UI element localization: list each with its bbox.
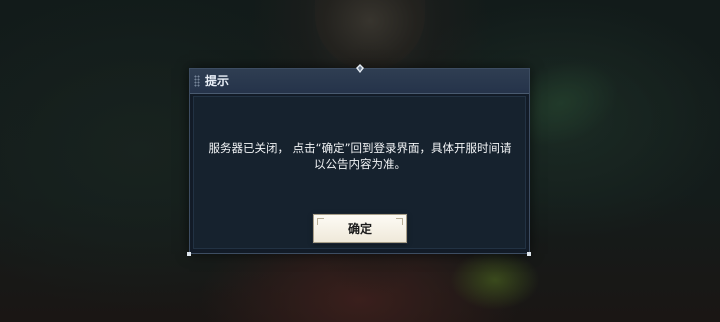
- dialog-title: 提示: [205, 74, 230, 88]
- confirm-button-label: 确定: [347, 222, 372, 236]
- background-foliage-lower: [450, 250, 540, 310]
- dialog-message-line-1: 服务器已关闭， 点击“确定”回到登录界面，具体开服时间请: [208, 141, 512, 155]
- game-scene-background: 提示 服务器已关闭， 点击“确定”回到登录界面，具体开服时间请 以公告内容为准。…: [0, 0, 720, 322]
- corner-mark-left: [187, 252, 191, 256]
- dialog-message: 服务器已关闭， 点击“确定”回到登录界面，具体开服时间请 以公告内容为准。: [0, 140, 720, 172]
- confirm-button[interactable]: 确定: [313, 214, 407, 243]
- dialog-message-line-2: 以公告内容为准。: [314, 157, 406, 171]
- grip-dots-icon: [194, 75, 200, 87]
- corner-mark-right: [527, 252, 531, 256]
- diamond-ornament-icon: [356, 64, 364, 73]
